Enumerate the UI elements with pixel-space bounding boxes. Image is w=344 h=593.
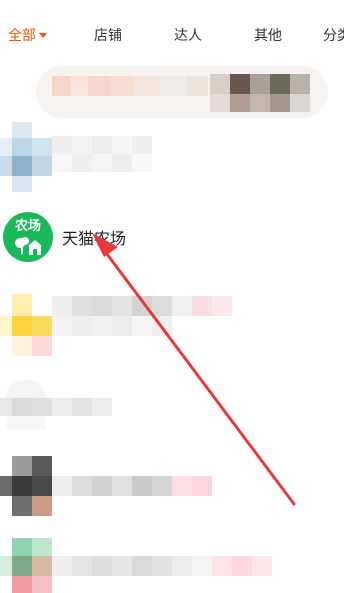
tab-other[interactable]: 其他 — [254, 26, 282, 46]
tab-influencers[interactable]: 达人 — [174, 26, 202, 46]
list-item-blurred[interactable] — [0, 294, 344, 356]
list-item-blurred[interactable] — [0, 378, 344, 434]
farm-logo-icon[interactable]: 农场 — [3, 212, 53, 262]
tab-shops[interactable]: 店铺 — [94, 26, 122, 46]
tab-all[interactable]: 全部 — [8, 26, 47, 46]
list-item-blurred[interactable] — [0, 536, 344, 593]
list-item-blurred[interactable] — [0, 66, 344, 118]
list-item-blurred[interactable] — [0, 454, 344, 516]
farm-house-icon — [15, 237, 42, 255]
caret-down-icon — [39, 32, 47, 38]
category-tab-bar: 全部 店铺 达人 其他 分类 — [0, 0, 344, 68]
farm-title: 天猫农场 — [62, 229, 127, 248]
farm-logo-text: 农场 — [14, 219, 41, 234]
tab-categories[interactable]: 分类 — [323, 26, 344, 46]
list-item-blurred[interactable] — [0, 118, 344, 198]
tab-all-label: 全部 — [8, 28, 36, 44]
